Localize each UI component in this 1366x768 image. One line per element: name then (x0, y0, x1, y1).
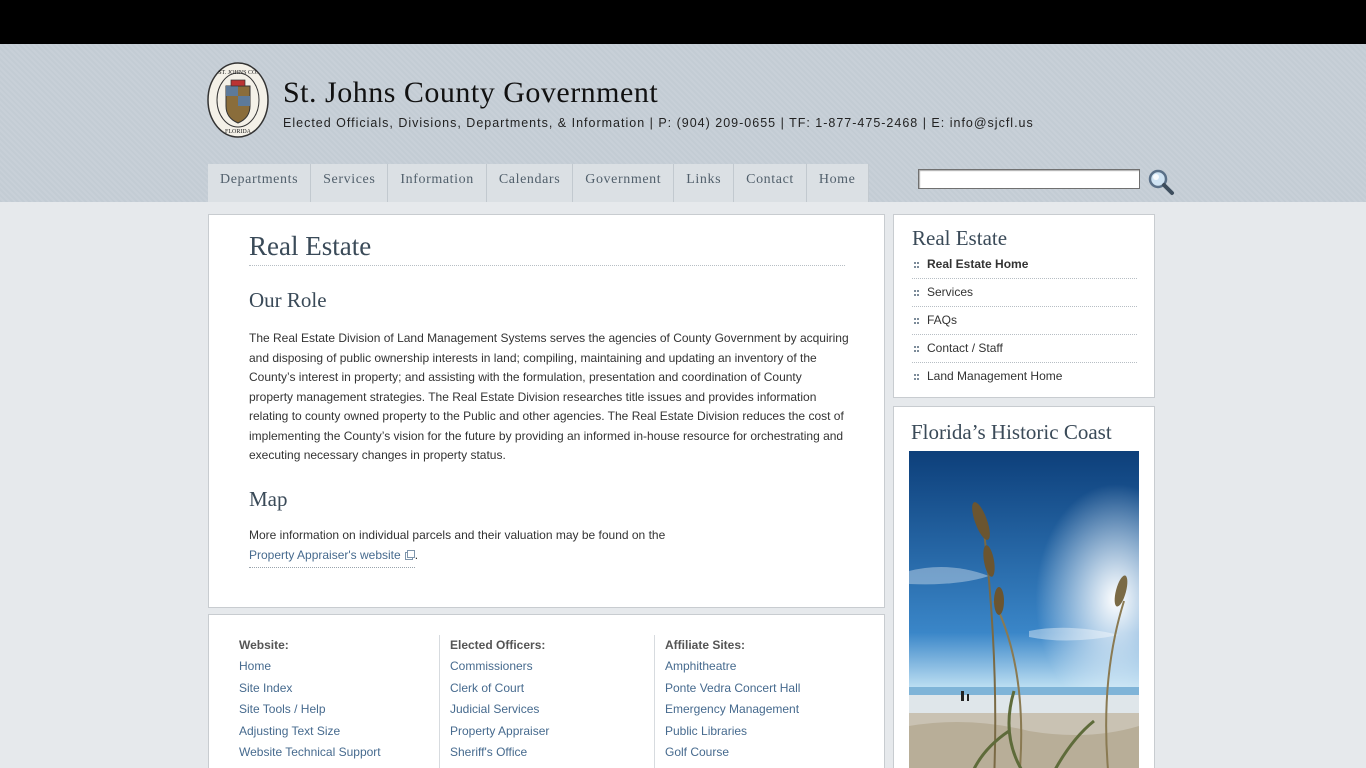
sidebar-item-faqs[interactable]: FAQs (912, 307, 1137, 335)
sidebar-item-label: Contact / Staff (927, 341, 1003, 355)
map-heading: Map (249, 487, 288, 511)
bullet-icon (914, 262, 919, 269)
footer-links: Website: Home Site Index Site Tools / He… (208, 614, 885, 768)
footer-link[interactable]: Golf Course (665, 742, 800, 764)
sidebar-item-label: Real Estate Home (927, 257, 1029, 271)
sidebar-item-real-estate-home[interactable]: Real Estate Home (912, 251, 1137, 279)
footer-link[interactable]: Site Tools / Help (239, 699, 381, 721)
sidebar-item-contact-staff[interactable]: Contact / Staff (912, 335, 1137, 363)
map-text: More information on individual parcels a… (249, 528, 666, 542)
site-title[interactable]: St. Johns County Government (283, 76, 658, 110)
sidebar-promo: Florida’s Historic Coast (893, 406, 1155, 768)
external-link-icon (404, 549, 415, 560)
bullet-icon (914, 318, 919, 325)
page-title: Real Estate (249, 231, 845, 266)
search-input[interactable] (918, 169, 1140, 189)
our-role-heading: Our Role (249, 288, 327, 312)
footer-column-elected: Elected Officers: Commissioners Clerk of… (450, 635, 549, 764)
bullet-icon (914, 346, 919, 353)
footer-link[interactable]: Property Appraiser (450, 721, 549, 743)
nav-departments[interactable]: Departments (208, 164, 312, 202)
property-appraiser-link-label: Property Appraiser's website (249, 547, 401, 562)
footer-link[interactable]: Ponte Vedra Concert Hall (665, 678, 800, 700)
footer-link[interactable]: Home (239, 656, 381, 678)
footer-link[interactable]: Commissioners (450, 656, 549, 678)
map-suffix: . (414, 547, 419, 562)
footer-heading: Elected Officers: (450, 638, 546, 652)
sidebar-title: Real Estate (912, 226, 1008, 250)
footer-link[interactable]: Site Index (239, 678, 381, 700)
main-nav: Departments Services Information Calenda… (208, 164, 869, 202)
nav-calendars[interactable]: Calendars (486, 164, 574, 202)
bullet-icon (914, 290, 919, 297)
sidebar-item-label: FAQs (927, 313, 958, 327)
map-text-block: More information on individual parcels a… (249, 526, 849, 568)
footer-link[interactable]: Public Libraries (665, 721, 800, 743)
sidebar-item-land-management-home[interactable]: Land Management Home (912, 363, 1137, 391)
county-seal-logo[interactable]: ST. JOHNS CO. FLORIDA (207, 62, 269, 138)
footer-link[interactable]: Amphitheatre (665, 656, 800, 678)
our-role-text: The Real Estate Division of Land Managem… (249, 331, 849, 462)
sidebar-item-label: Services (927, 285, 974, 299)
footer-link[interactable]: Emergency Management (665, 699, 800, 721)
property-appraiser-link[interactable]: Property Appraiser's website (249, 546, 415, 568)
footer-column-website: Website: Home Site Index Site Tools / He… (239, 635, 381, 764)
nav-contact[interactable]: Contact (734, 164, 807, 202)
footer-divider (439, 635, 440, 768)
footer-heading: Website: (239, 638, 289, 652)
nav-information[interactable]: Information (388, 164, 487, 202)
sidebar-item-label: Land Management Home (927, 369, 1063, 383)
nav-services[interactable]: Services (311, 164, 389, 202)
nav-links[interactable]: Links (674, 164, 735, 202)
footer-link[interactable]: Website Technical Support (239, 742, 381, 764)
nav-home[interactable]: Home (806, 164, 869, 202)
footer-heading: Affiliate Sites: (665, 638, 746, 652)
footer-divider (654, 635, 655, 768)
main-content: Real Estate Our Role The Real Estate Div… (208, 214, 885, 608)
footer-link[interactable]: Adjusting Text Size (239, 721, 381, 743)
footer-column-affiliates: Affiliate Sites: Amphitheatre Ponte Vedr… (665, 635, 800, 764)
svg-text:FLORIDA: FLORIDA (225, 129, 252, 135)
footer-link[interactable]: Clerk of Court (450, 678, 549, 700)
svg-text:ST. JOHNS CO.: ST. JOHNS CO. (218, 70, 258, 76)
sidebar-subnav: Real Estate Real Estate Home Services FA… (893, 214, 1155, 398)
site-contact-line: Elected Officials, Divisions, Department… (283, 116, 1034, 130)
footer-link[interactable]: Sheriff's Office (450, 742, 549, 764)
top-black-bar (0, 0, 1366, 44)
nav-government[interactable]: Government (573, 164, 675, 202)
promo-title: Florida’s Historic Coast (911, 420, 1112, 444)
sidebar-list: Real Estate Home Services FAQs Contact /… (912, 251, 1137, 391)
search-magnifier-icon[interactable] (1147, 168, 1175, 196)
bullet-icon (914, 374, 919, 381)
sidebar-item-services[interactable]: Services (912, 279, 1137, 307)
beach-sea-oats-photo[interactable] (909, 451, 1139, 768)
footer-link[interactable]: Judicial Services (450, 699, 549, 721)
